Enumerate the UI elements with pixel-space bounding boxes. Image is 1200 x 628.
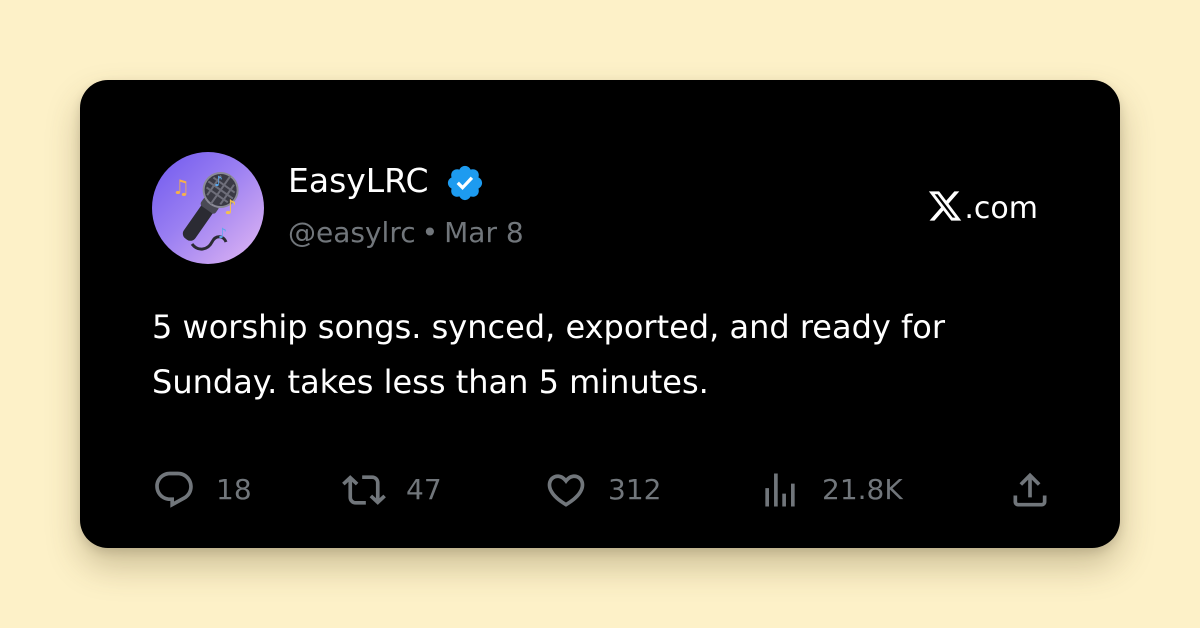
avatar[interactable]: ♫ ♪ ♪ ♪ — [152, 152, 264, 264]
brand-domain: .com — [964, 191, 1038, 226]
repost-button[interactable]: 47 — [342, 468, 442, 512]
svg-text:♪: ♪ — [224, 195, 237, 219]
reply-count: 18 — [216, 473, 252, 506]
separator-dot: • — [421, 216, 439, 249]
karaoke-microphone-icon: ♫ ♪ ♪ ♪ — [172, 171, 239, 251]
x-logo-icon — [929, 191, 962, 221]
share-icon — [1013, 472, 1047, 507]
like-count: 312 — [608, 473, 662, 506]
views-button[interactable]: 21.8K — [758, 468, 903, 512]
action-bar: 18 47 312 21.8K — [152, 468, 1052, 512]
handle[interactable]: @easylrc — [288, 216, 416, 249]
svg-text:♫: ♫ — [172, 175, 190, 199]
handle-date-line: @easylrc • Mar 8 — [288, 214, 524, 252]
heart-icon — [547, 474, 585, 507]
verified-badge-icon — [447, 165, 483, 201]
tweet-text: 5 worship songs. synced, exported, and r… — [152, 308, 945, 401]
tweet-card[interactable]: ♫ ♪ ♪ ♪ EasyLRC @easylrc • Mar 8 .com 5 wo… — [80, 80, 1120, 548]
repost-icon — [342, 475, 386, 505]
svg-text:♪: ♪ — [214, 174, 223, 190]
views-count: 21.8K — [822, 473, 903, 506]
reply-button[interactable]: 18 — [152, 468, 252, 512]
share-button[interactable] — [1008, 468, 1052, 512]
display-name[interactable]: EasyLRC — [288, 160, 429, 202]
like-button[interactable]: 312 — [544, 468, 661, 512]
tweet-date[interactable]: Mar 8 — [444, 216, 524, 249]
svg-text:♪: ♪ — [218, 226, 227, 242]
repost-count: 47 — [406, 473, 442, 506]
brand-x-com[interactable]: .com — [927, 184, 1038, 228]
reply-icon — [155, 471, 193, 508]
views-icon — [765, 473, 795, 507]
